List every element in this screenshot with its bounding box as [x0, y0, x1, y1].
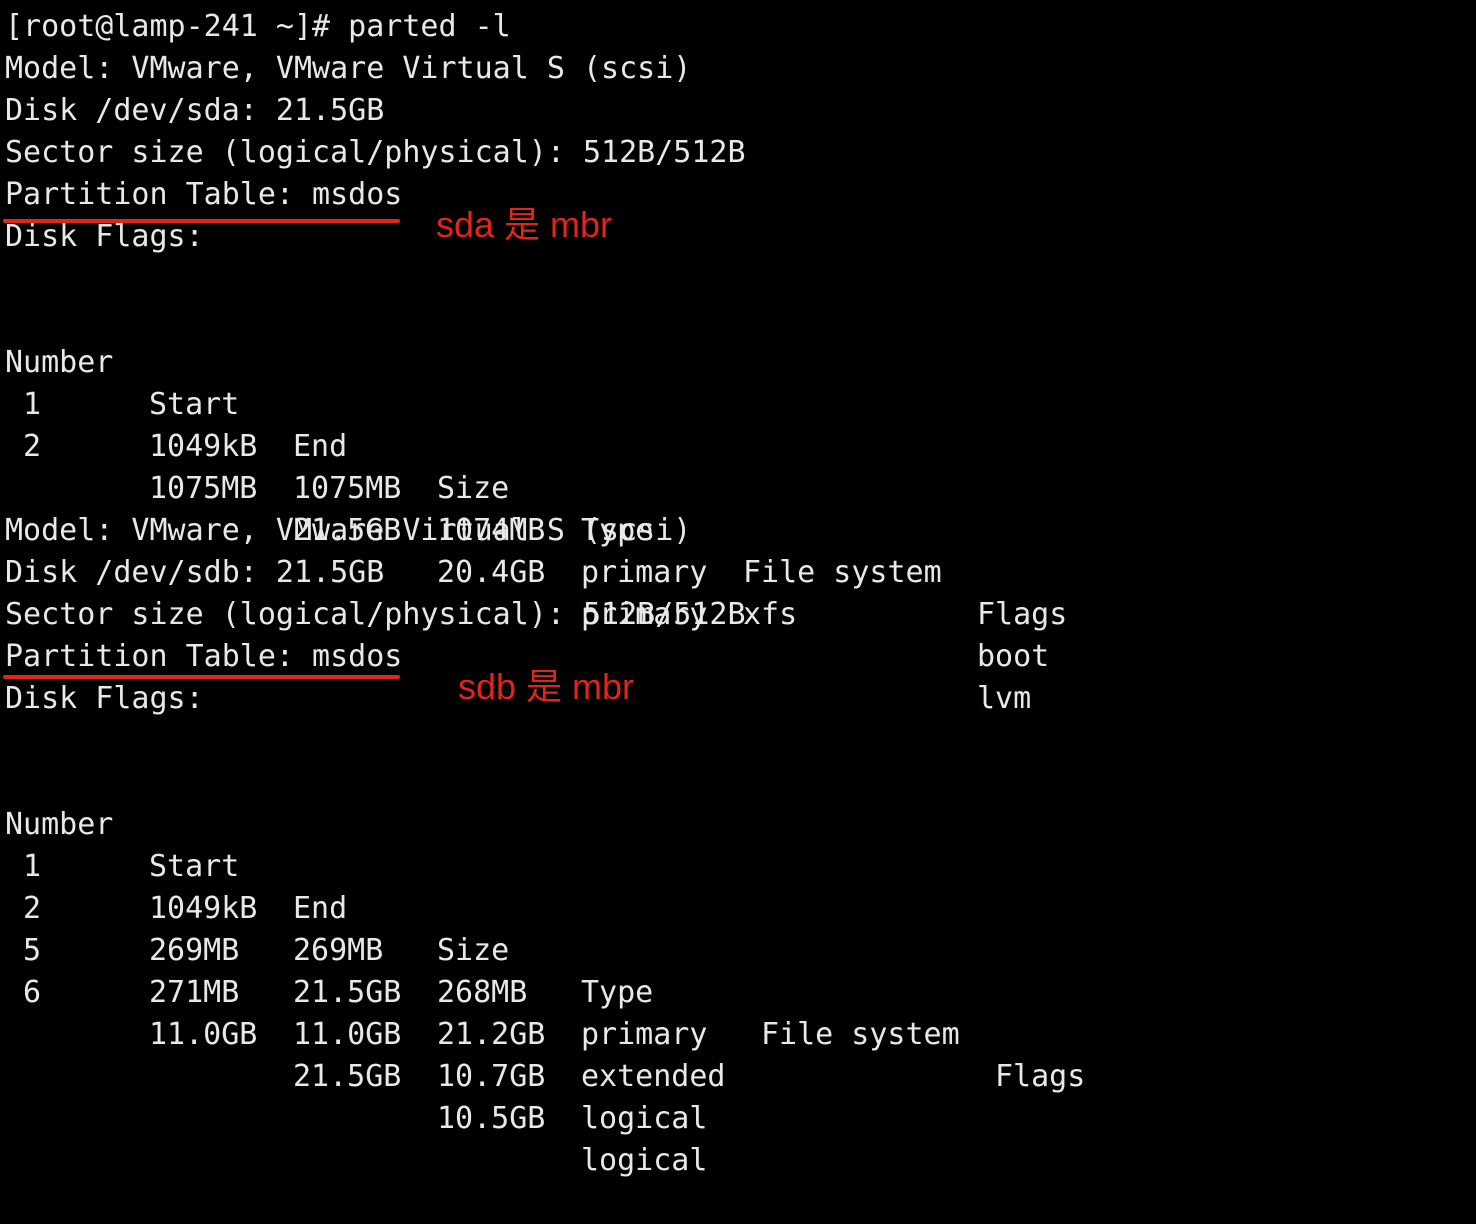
cell-start: 1049kB — [149, 429, 258, 464]
table-row: 5 271MB 11.0GB 10.7GB logical — [5, 888, 1405, 1136]
table-header: Number Start End Size Type File system F… — [5, 762, 1405, 1094]
table-row: 1 1049kB 1075MB 1074MB primary xfs boot — [5, 342, 1405, 674]
cell-type: primary — [581, 555, 708, 590]
column-end: End — [293, 429, 348, 464]
cell-type: extended — [581, 1059, 726, 1094]
disk-model: Model: VMware, VMware Virtual S (scsi) — [5, 51, 692, 86]
table-row: 2 269MB 21.5GB 21.2GB extended — [5, 846, 1405, 1094]
sector-size: Sector size (logical/physical): 512B/512… — [5, 597, 746, 632]
terminal-window[interactable]: [ ----- - - ----- - ] [root@lamp-241 ~]#… — [0, 0, 1476, 1178]
disk-flags: Disk Flags: — [5, 219, 204, 254]
table-row: 6 11.0GB 21.5GB 10.5GB logical — [5, 930, 1405, 1178]
disk-flags: Disk Flags: — [5, 681, 204, 716]
annotation-label: sdb 是 mbr — [458, 666, 635, 707]
disk-path-size: Disk /dev/sdb: 21.5GB — [5, 555, 385, 590]
command-prompt: [root@lamp-241 ~]# parted -l — [5, 9, 511, 44]
column-flags: Flags — [977, 597, 1068, 632]
partition-table: Partition Table: msdos — [5, 639, 403, 674]
cell-start: 11.0GB — [149, 1017, 258, 1052]
disk-model: Model: VMware, VMware Virtual S (scsi) — [5, 513, 692, 548]
cell-size: 10.5GB — [437, 1101, 546, 1136]
cell-end: 21.5GB — [293, 1059, 402, 1094]
cell-size: 21.2GB — [437, 1017, 546, 1052]
column-flags: Flags — [995, 1059, 1086, 1094]
table-row: 1 1049kB 269MB 268MB primary — [5, 804, 1405, 1052]
cell-file-system: xfs — [743, 597, 798, 632]
sector-size: Sector size (logical/physical): 512B/512… — [5, 135, 746, 170]
column-size: Size — [437, 471, 510, 506]
cell-flags: boot — [977, 639, 1050, 674]
table-row: 2 1075MB 21.5GB 20.4GB primary lvm — [5, 384, 1405, 716]
cell-type: primary — [581, 1017, 708, 1052]
cell-start: 1075MB — [149, 471, 258, 506]
cell-type: logical — [581, 1143, 708, 1178]
cell-number: 2 — [23, 429, 42, 464]
annotation-label: sda 是 mbr — [436, 204, 613, 245]
cell-flags: lvm — [977, 681, 1032, 716]
column-file-system: File system — [743, 555, 942, 590]
cell-number: 6 — [23, 975, 42, 1010]
column-type: Type — [581, 975, 654, 1010]
cell-end: 11.0GB — [293, 1017, 402, 1052]
cell-size: 20.4GB — [437, 555, 546, 590]
table-header: Number Start End Size Type File system F… — [5, 300, 1405, 632]
cell-size: 10.7GB — [437, 1059, 546, 1094]
disk-path-size: Disk /dev/sda: 21.5GB — [5, 93, 385, 128]
cell-end: 21.5GB — [293, 975, 402, 1010]
cell-type: logical — [581, 1101, 708, 1136]
partition-table: Partition Table: msdos — [5, 177, 403, 212]
column-file-system: File system — [761, 1017, 960, 1052]
cell-start: 271MB — [149, 975, 240, 1010]
cell-end: 1075MB — [293, 471, 402, 506]
cell-size: 268MB — [437, 975, 528, 1010]
